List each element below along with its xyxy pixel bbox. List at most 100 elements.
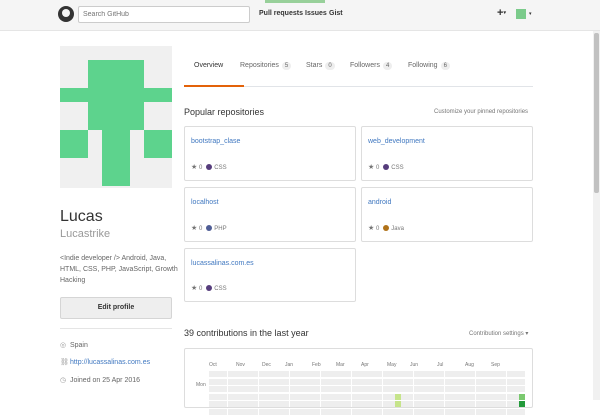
nav-gist[interactable]: Gist: [329, 10, 343, 17]
contribution-cell[interactable]: [426, 378, 432, 385]
contribution-cell[interactable]: [209, 378, 215, 385]
contribution-cell[interactable]: [289, 401, 296, 407]
contribution-cell[interactable]: [519, 386, 525, 392]
contribution-cell[interactable]: [264, 378, 271, 385]
contribution-cell[interactable]: [308, 408, 315, 415]
contribution-cell[interactable]: [376, 378, 383, 385]
contribution-cell[interactable]: [271, 393, 277, 400]
contribution-cell[interactable]: [283, 371, 290, 377]
contribution-cell[interactable]: [308, 371, 315, 377]
contribution-cell[interactable]: [401, 401, 408, 407]
contribution-cell[interactable]: [457, 386, 463, 392]
contribution-cell[interactable]: [494, 393, 501, 400]
contribution-cell[interactable]: [438, 401, 445, 407]
contribution-cell[interactable]: [450, 393, 457, 400]
contribution-cell[interactable]: [401, 408, 408, 415]
contribution-cell[interactable]: [370, 401, 377, 407]
contribution-cell[interactable]: [364, 393, 370, 400]
contribution-cell[interactable]: [463, 408, 470, 415]
contribution-cell[interactable]: [209, 371, 215, 377]
contribution-cell[interactable]: [302, 401, 308, 407]
contribution-cell[interactable]: [463, 378, 470, 385]
contribution-cell[interactable]: [481, 386, 488, 392]
contribution-cell[interactable]: [506, 408, 513, 415]
contribution-cell[interactable]: [382, 371, 389, 377]
contribution-cell[interactable]: [264, 393, 271, 400]
contribution-cell[interactable]: [450, 408, 457, 415]
contribution-cell[interactable]: [221, 393, 228, 400]
contribution-cell[interactable]: [500, 386, 507, 392]
contribution-cell[interactable]: [457, 401, 463, 407]
contribution-cell[interactable]: [370, 386, 377, 392]
contribution-cell[interactable]: [333, 408, 339, 415]
contribution-cell[interactable]: [488, 371, 494, 377]
repo-link[interactable]: web_development: [368, 138, 425, 145]
contribution-cell[interactable]: [339, 393, 346, 400]
contribution-cell[interactable]: [209, 386, 215, 392]
contribution-cell[interactable]: [413, 386, 420, 392]
contribution-cell[interactable]: [302, 393, 308, 400]
contribution-cell[interactable]: [438, 378, 445, 385]
contribution-cell[interactable]: [426, 401, 432, 407]
contribution-cell[interactable]: [271, 408, 277, 415]
contribution-cell[interactable]: [308, 393, 315, 400]
contribution-cell[interactable]: [450, 371, 457, 377]
contribution-cell[interactable]: [320, 386, 327, 392]
contribution-cell[interactable]: [469, 401, 476, 407]
contribution-cell[interactable]: [240, 393, 246, 400]
contribution-cell[interactable]: [345, 401, 352, 407]
contribution-cell[interactable]: [388, 378, 395, 385]
contribution-cell[interactable]: [382, 378, 389, 385]
repo-link[interactable]: android: [368, 199, 391, 206]
contribution-cell[interactable]: [512, 393, 519, 400]
contribution-cell[interactable]: [277, 371, 284, 377]
contribution-cell[interactable]: [444, 371, 451, 377]
contribution-cell[interactable]: [481, 378, 488, 385]
contribution-cell[interactable]: [215, 401, 222, 407]
contribution-cell[interactable]: [463, 371, 470, 377]
contribution-cell[interactable]: [419, 378, 426, 385]
user-menu-avatar[interactable]: [516, 9, 526, 19]
contribution-cell[interactable]: [339, 401, 346, 407]
contribution-cell[interactable]: [357, 393, 364, 400]
contribution-cell[interactable]: [233, 371, 240, 377]
contribution-cell[interactable]: [457, 408, 463, 415]
contribution-cell[interactable]: [295, 386, 302, 392]
contribution-cell[interactable]: [413, 408, 420, 415]
contribution-cell[interactable]: [388, 393, 395, 400]
contribution-cell[interactable]: [450, 378, 457, 385]
contribution-cell[interactable]: [413, 371, 420, 377]
contribution-cell[interactable]: [444, 378, 451, 385]
repo-link[interactable]: localhost: [191, 199, 219, 206]
contribution-cell[interactable]: [426, 393, 432, 400]
contribution-cell[interactable]: [519, 401, 525, 407]
contribution-cell[interactable]: [463, 386, 470, 392]
contribution-cell[interactable]: [333, 378, 339, 385]
contribution-cell[interactable]: [438, 371, 445, 377]
contribution-cell[interactable]: [295, 393, 302, 400]
contribution-cell[interactable]: [444, 393, 451, 400]
contribution-cell[interactable]: [388, 401, 395, 407]
contribution-cell[interactable]: [475, 401, 482, 407]
contribution-cell[interactable]: [395, 393, 401, 400]
contribution-cell[interactable]: [432, 386, 439, 392]
contribution-cell[interactable]: [419, 393, 426, 400]
scrollbar-thumb[interactable]: [594, 33, 599, 193]
contribution-cell[interactable]: [407, 371, 414, 377]
contribution-cell[interactable]: [351, 386, 358, 392]
contribution-cell[interactable]: [500, 371, 507, 377]
contribution-cell[interactable]: [258, 378, 265, 385]
contribution-cell[interactable]: [283, 401, 290, 407]
contribution-cell[interactable]: [295, 378, 302, 385]
contribution-cell[interactable]: [252, 371, 259, 377]
contribution-cell[interactable]: [246, 393, 253, 400]
contribution-cell[interactable]: [388, 408, 395, 415]
contribution-cell[interactable]: [252, 386, 259, 392]
edit-profile-button[interactable]: Edit profile: [60, 297, 172, 319]
contribution-cell[interactable]: [351, 408, 358, 415]
contribution-cell[interactable]: [357, 408, 364, 415]
contribution-cell[interactable]: [419, 408, 426, 415]
contribution-cell[interactable]: [277, 408, 284, 415]
contribution-cell[interactable]: [364, 408, 370, 415]
contribution-cell[interactable]: [227, 378, 234, 385]
